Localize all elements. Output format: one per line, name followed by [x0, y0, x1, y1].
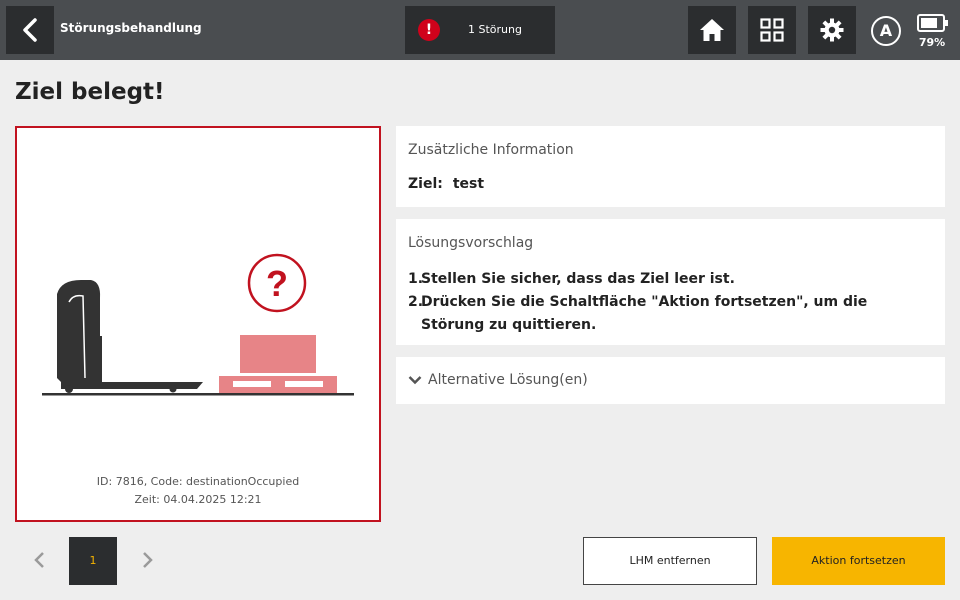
alternative-solutions-label: Alternative Lösung(en)	[428, 372, 588, 388]
chevron-left-icon	[23, 18, 37, 42]
chevron-right-icon	[143, 552, 153, 568]
destination-value: test	[452, 176, 485, 192]
step-number: 2.	[408, 294, 424, 310]
floor-line	[42, 393, 354, 396]
remove-load-button[interactable]: LHM entfernen	[583, 537, 757, 585]
card-title: Zusätzliche Information	[408, 142, 574, 158]
solution-step: 2. Drücken Sie die Schaltfläche "Aktion …	[408, 291, 933, 337]
overview-button[interactable]	[748, 6, 796, 54]
top-bar: Störungsbehandlung ! 1 Störung A 79%	[0, 0, 960, 60]
fault-illustration: ?	[42, 253, 354, 396]
error-id: ID: 7816, Code: destinationOccupied	[96, 475, 300, 488]
solution-steps: 1. Stellen Sie sicher, dass das Ziel lee…	[408, 268, 933, 337]
pallet-truck-icon	[57, 280, 203, 393]
home-button[interactable]	[688, 6, 736, 54]
back-button[interactable]	[6, 6, 54, 54]
question-mark-glyph: ?	[266, 263, 288, 304]
card-title: Lösungsvorschlag	[408, 235, 534, 251]
page-number[interactable]: 1	[69, 537, 117, 585]
automatic-mode-icon[interactable]: A	[871, 16, 901, 46]
screen-title: Störungsbehandlung	[60, 21, 202, 35]
chevron-left-icon	[34, 552, 44, 568]
pallet-slot-right	[285, 381, 323, 387]
settings-button[interactable]	[808, 6, 856, 54]
step-number: 1.	[408, 271, 424, 287]
chevron-down-icon	[408, 376, 422, 385]
fault-illustration-panel: ? ID: 7816, Code: destinationOccupied Ze…	[15, 126, 381, 522]
error-time: Zeit: 04.04.2025 12:21	[134, 493, 262, 506]
alternative-solutions-header[interactable]: Alternative Lösung(en)	[408, 372, 588, 388]
additional-info-card: Zusätzliche Information Ziel: test	[396, 126, 945, 207]
continue-action-button[interactable]: Aktion fortsetzen	[772, 537, 945, 585]
solution-step: 1. Stellen Sie sicher, dass das Ziel lee…	[408, 268, 933, 291]
next-page-button[interactable]	[137, 550, 157, 570]
fault-count: 1 Störung	[468, 23, 522, 36]
previous-page-button[interactable]	[30, 550, 50, 570]
battery-fill	[921, 18, 937, 28]
load-box	[240, 335, 316, 373]
destination-row: Ziel: test	[408, 176, 484, 192]
page-title: Ziel belegt!	[15, 79, 165, 105]
solution-card: Lösungsvorschlag 1. Stellen Sie sicher, …	[396, 219, 945, 345]
pallet-slot-left	[233, 381, 271, 387]
battery-percentage: 79%	[918, 36, 946, 49]
alternative-solutions-expander[interactable]: Alternative Lösung(en)	[396, 357, 945, 404]
fault-indicator[interactable]: ! 1 Störung	[405, 6, 555, 54]
step-text: Stellen Sie sicher, dass das Ziel leer i…	[421, 271, 735, 287]
step-text: Drücken Sie die Schaltfläche "Aktion for…	[421, 294, 868, 333]
destination-label: Ziel:	[408, 176, 443, 192]
gear-icon	[820, 18, 844, 42]
home-icon	[700, 19, 724, 41]
battery-icon	[917, 14, 948, 32]
grid-icon	[760, 18, 784, 42]
